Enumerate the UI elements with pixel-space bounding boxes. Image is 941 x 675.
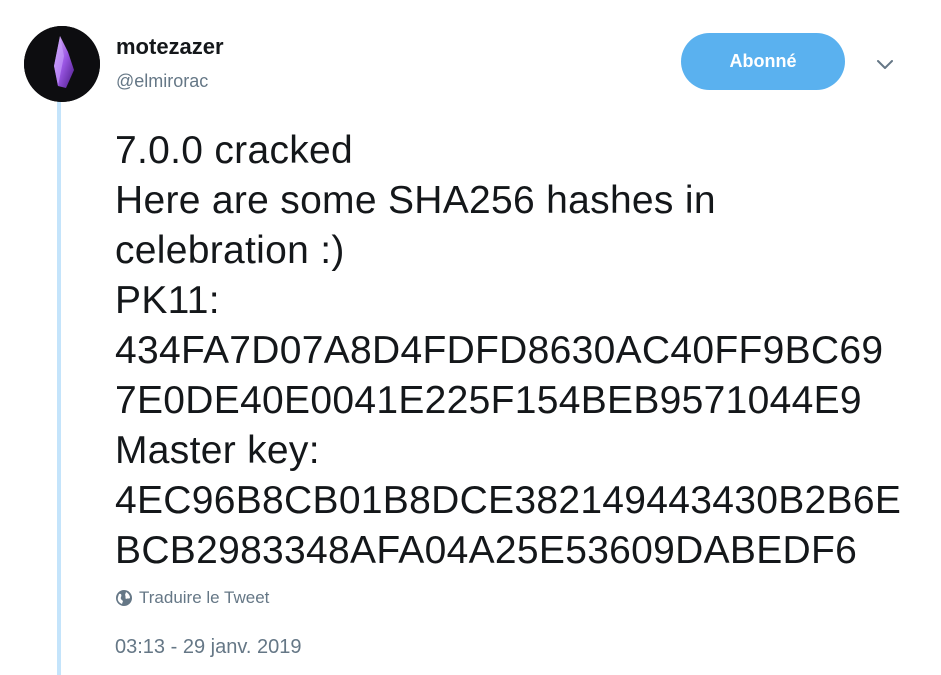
thread-line — [57, 100, 61, 675]
tweet-line: PK11: — [115, 279, 220, 322]
tweet-timestamp[interactable]: 03:13 - 29 janv. 2019 — [115, 635, 301, 659]
author-name[interactable]: motezazer — [116, 34, 224, 60]
globe-icon — [116, 590, 132, 606]
tweet-text: 7.0.0 cracked Here are some SHA256 hashe… — [115, 126, 925, 576]
tweet-line: 7E0DE40E0041E225F154BEB9571044E9 — [115, 379, 862, 422]
chevron-down-icon — [877, 59, 893, 69]
author-handle[interactable]: @elmirorac — [116, 70, 208, 92]
tweet-line: 4EC96B8CB01B8DCE382149443430B2B6E — [115, 479, 902, 522]
more-options-button[interactable] — [872, 52, 898, 76]
tweet-line: Here are some SHA256 hashes in — [115, 179, 716, 222]
translate-label: Traduire le Tweet — [139, 588, 270, 607]
avatar[interactable] — [24, 26, 100, 102]
tweet-line: 434FA7D07A8D4FDFD8630AC40FF9BC69 — [115, 329, 884, 372]
translate-tweet-link[interactable]: Traduire le Tweet — [115, 588, 269, 608]
tweet-line: Master key: — [115, 429, 320, 472]
avatar-image — [24, 26, 100, 102]
tweet-line: celebration :) — [115, 229, 345, 272]
tweet-line: 7.0.0 cracked — [115, 129, 354, 172]
follow-button-label: Abonné — [729, 51, 797, 71]
follow-button[interactable]: Abonné — [681, 33, 845, 90]
tweet-line: BCB2983348AFA04A25E53609DABEDF6 — [115, 529, 858, 572]
